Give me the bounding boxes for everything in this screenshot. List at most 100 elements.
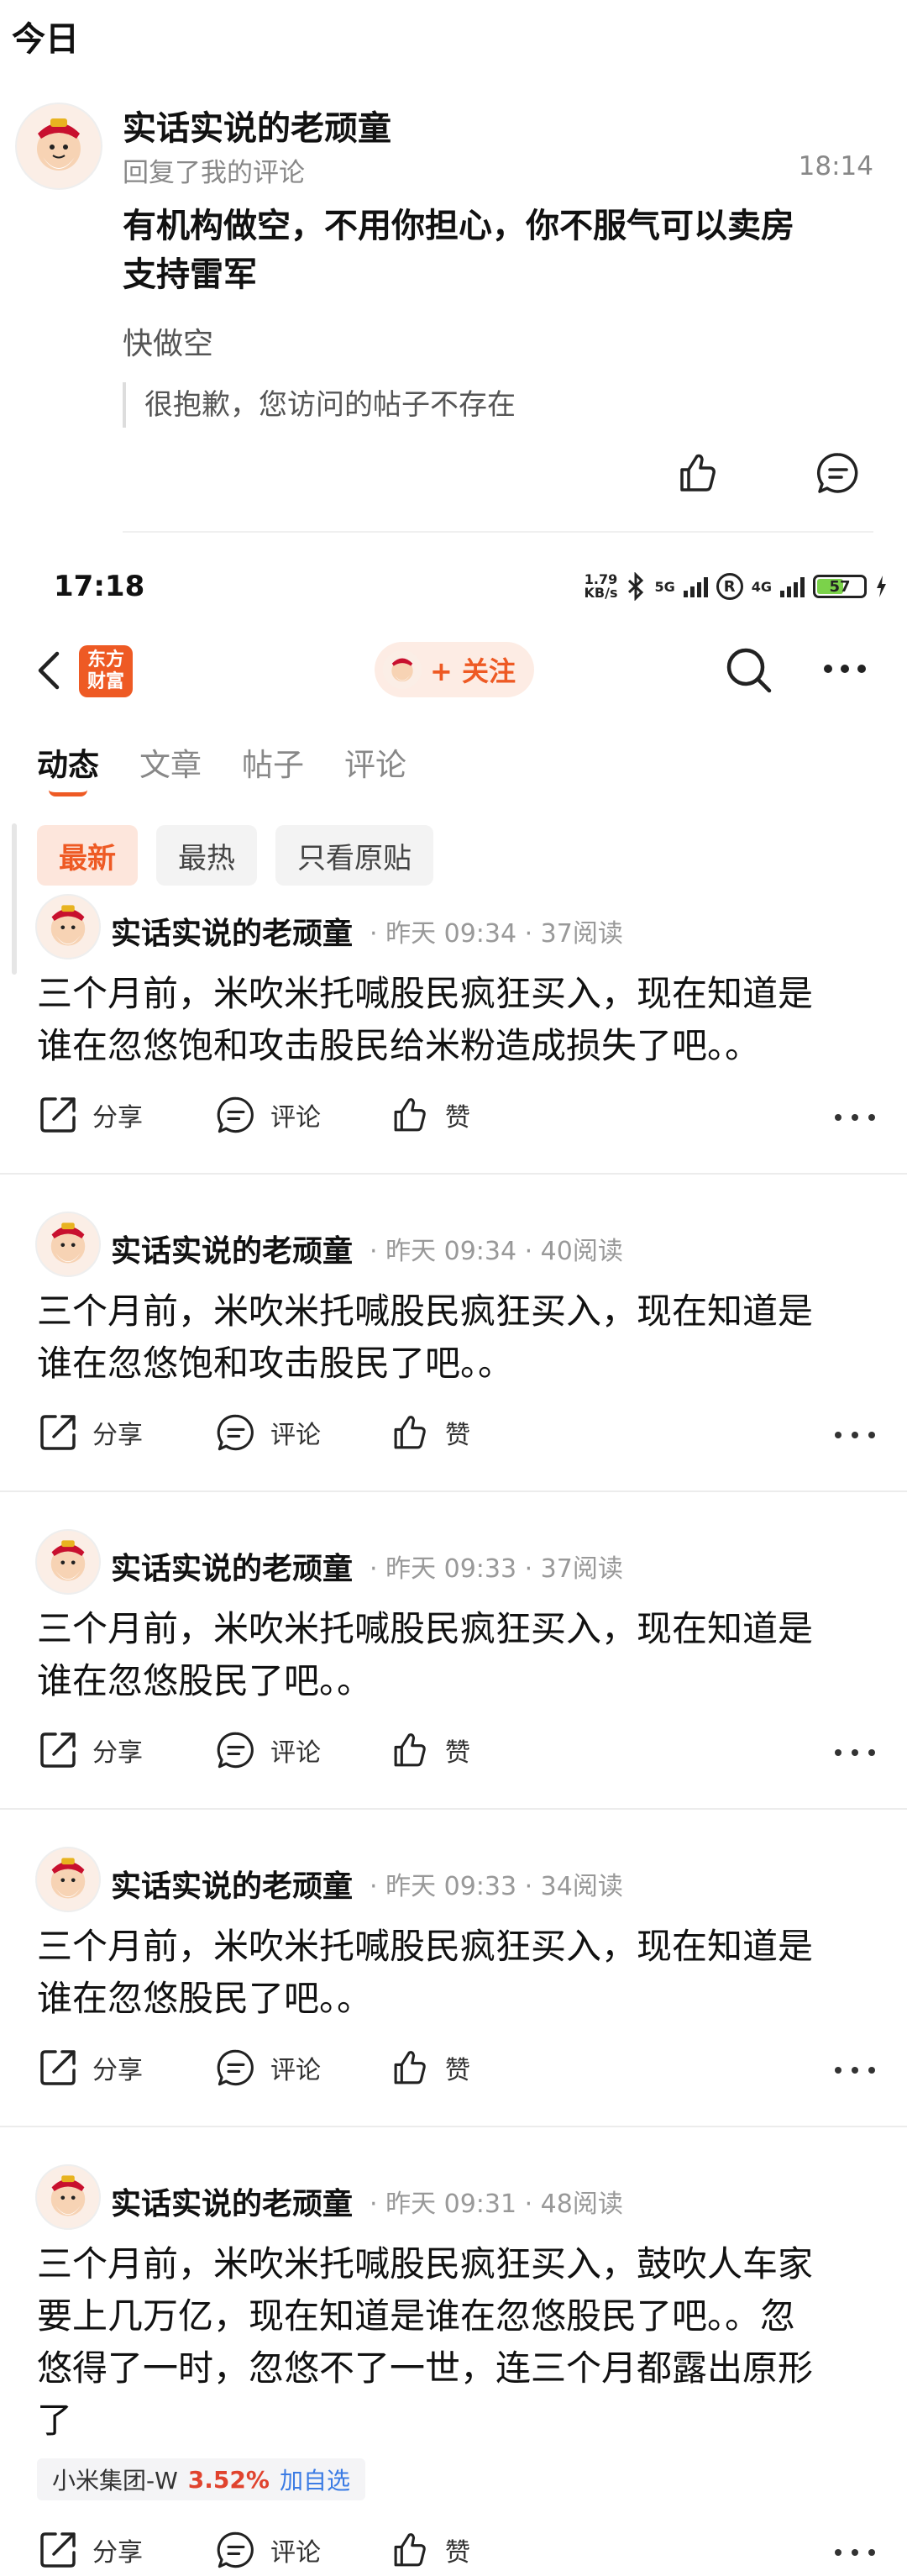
post-item[interactable]: 实话实说的老顽童 · 昨天 09:31 · 48阅读 三个月前，米吹米托喊股民疯狂买…	[0, 2164, 907, 2568]
comment-button[interactable]: 评论	[215, 1729, 321, 1771]
search-icon[interactable]	[722, 644, 776, 697]
post-content[interactable]: 三个月前，米吹米托喊股民疯狂买入，鼓吹人车家 要上几万亿，现在知道是谁在忽悠股民了…	[37, 2238, 877, 2447]
post-more-icon[interactable]	[831, 2062, 878, 2079]
post-content[interactable]: 三个月前，米吹米托喊股民疯狂买入，现在知道是 谁在忽悠饱和攻击股民了吧。。	[37, 1285, 877, 1390]
sort-filters: 最新 最热 只看原贴	[37, 825, 433, 886]
share-button[interactable]: 分享	[37, 1729, 143, 1771]
like-button[interactable]: 赞	[390, 2529, 470, 2571]
post-content[interactable]: 三个月前，米吹米托喊股民疯狂买入，现在知道是 谁在忽悠股民了吧。。	[37, 1921, 877, 2025]
like-button[interactable]: 赞	[390, 1412, 470, 1454]
share-button[interactable]: 分享	[37, 1094, 143, 1136]
reply-bubble-icon[interactable]	[815, 449, 862, 497]
notification-avatar[interactable]	[15, 103, 102, 190]
post-avatar[interactable]	[35, 1847, 101, 1912]
post-actions: 分享 评论 赞	[37, 2529, 877, 2576]
post-meta: · 昨天 09:34 · 40阅读	[370, 1237, 623, 1266]
post-content[interactable]: 三个月前，米吹米托喊股民疯狂买入，现在知道是 谁在忽悠股民了吧。。	[37, 1603, 877, 1707]
share-icon	[40, 1415, 76, 1450]
post-author[interactable]: 实话实说的老顽童	[111, 1862, 353, 1906]
tab-comments[interactable]: 评论	[344, 739, 406, 785]
filter-hottest[interactable]: 最热	[156, 825, 257, 886]
fortune-god-avatar-icon	[50, 1540, 86, 1581]
comment-label: 评论	[270, 1738, 321, 1768]
post-content-line: 三个月前，米吹米托喊股民疯狂买入，现在知道是	[37, 1608, 814, 1649]
comment-button[interactable]: 评论	[215, 1412, 321, 1454]
comment-label: 评论	[270, 1421, 321, 1450]
post-content-line: 三个月前，米吹米托喊股民疯狂买入，现在知道是	[37, 973, 814, 1014]
share-label: 分享	[92, 1103, 143, 1133]
comment-label: 评论	[270, 2056, 321, 2085]
filter-latest[interactable]: 最新	[37, 825, 138, 886]
fortune-god-avatar-icon	[50, 1858, 86, 1899]
eastmoney-logo[interactable]: 东方 财富	[79, 645, 133, 697]
notification-reply[interactable]: 有机构做空，不用你担心，你不服气可以卖房 支持雷军	[123, 202, 862, 299]
status-time: 17:18	[54, 570, 145, 603]
share-button[interactable]: 分享	[37, 2529, 143, 2571]
like-button[interactable]: 赞	[390, 1729, 470, 1771]
post-author[interactable]: 实话实说的老顽童	[111, 1227, 353, 1270]
tab-articles[interactable]: 文章	[139, 739, 202, 785]
post-author[interactable]: 实话实说的老顽童	[111, 2179, 353, 2223]
signal-5g-icon	[683, 576, 708, 597]
like-button[interactable]: 赞	[390, 1094, 470, 1136]
like-label: 赞	[445, 1738, 470, 1768]
post-more-icon[interactable]	[831, 1109, 878, 1126]
post-avatar[interactable]	[35, 2164, 101, 2230]
back-arrow-icon[interactable]	[32, 645, 66, 696]
share-button[interactable]: 分享	[37, 2047, 143, 2089]
share-button[interactable]: 分享	[37, 1412, 143, 1454]
post-content-line: 三个月前，米吹米托喊股民疯狂买入，鼓吹人车家	[37, 2243, 814, 2284]
fortune-god-avatar-icon	[37, 118, 81, 171]
post-divider	[0, 1490, 907, 1492]
post-item[interactable]: 实话实说的老顽童 · 昨天 09:34 · 40阅读三个月前，米吹米托喊股民疯狂买…	[0, 1212, 907, 1529]
day-header: 今日	[12, 20, 79, 59]
post-item[interactable]: 实话实说的老顽童 · 昨天 09:34 · 37阅读三个月前，米吹米托喊股民疯狂买…	[0, 894, 907, 1212]
referenced-post[interactable]: 很抱歉，您访问的帖子不存在	[123, 382, 516, 428]
share-label: 分享	[92, 2538, 143, 2568]
fortune-god-avatar-icon	[50, 1222, 86, 1264]
comment-button[interactable]: 评论	[215, 2047, 321, 2089]
post-actions: 分享 评论 赞	[37, 1412, 877, 1459]
post-item[interactable]: 实话实说的老顽童 · 昨天 09:33 · 37阅读三个月前，米吹米托喊股民疯狂买…	[0, 1529, 907, 1847]
thumbs-up-icon	[394, 2051, 426, 2084]
post-author[interactable]: 实话实说的老顽童	[111, 909, 353, 953]
more-options-icon[interactable]	[821, 659, 868, 679]
stock-name: 小米集团-W	[52, 2467, 178, 2495]
comment-icon	[217, 2531, 254, 2568]
post-avatar[interactable]	[35, 894, 101, 959]
add-to-watchlist-button[interactable]: 加自选	[280, 2463, 350, 2496]
post-more-icon[interactable]	[831, 2544, 878, 2561]
thumbs-up-icon	[394, 1098, 426, 1132]
stock-tag[interactable]: 小米集团-W 3.52% 加自选	[37, 2458, 365, 2500]
post-author[interactable]: 实话实说的老顽童	[111, 1544, 353, 1588]
comment-icon	[217, 1732, 254, 1769]
post-more-icon[interactable]	[831, 1427, 878, 1443]
tab-posts[interactable]: 帖子	[242, 739, 304, 785]
filter-original-only[interactable]: 只看原贴	[275, 825, 433, 886]
comment-button[interactable]: 评论	[215, 1094, 321, 1136]
post-meta: · 昨天 09:34 · 37阅读	[370, 919, 623, 949]
post-meta: · 昨天 09:33 · 37阅读	[370, 1554, 623, 1584]
post-content[interactable]: 三个月前，米吹米托喊股民疯狂买入，现在知道是 谁在忽悠饱和攻击股民给米粉造成损失了…	[37, 968, 877, 1072]
post-content-line: 谁在忽悠股民了吧。。	[37, 1978, 373, 2019]
post-item[interactable]: 实话实说的老顽童 · 昨天 09:33 · 34阅读 三个月前，米吹米托喊股民疯狂买…	[0, 1847, 907, 2164]
tab-label: 评论	[344, 747, 406, 783]
post-content-line: 谁在忽悠饱和攻击股民了吧。。	[37, 1343, 514, 1384]
notification-username[interactable]: 实话实说的老顽童	[123, 101, 391, 150]
network-4g-label: 4G	[751, 578, 772, 595]
my-comment: 快做空	[123, 327, 214, 361]
tab-label: 帖子	[242, 747, 304, 783]
tab-label: 动态	[37, 747, 99, 783]
post-more-icon[interactable]	[831, 1744, 878, 1761]
like-button[interactable]: 赞	[390, 2047, 470, 2089]
tab-activity[interactable]: 动态	[37, 739, 99, 796]
share-icon	[40, 2532, 76, 2568]
follow-button[interactable]: + 关注	[375, 642, 534, 697]
post-content-line: 三个月前，米吹米托喊股民疯狂买入，现在知道是	[37, 1926, 814, 1967]
post-avatar[interactable]	[35, 1529, 101, 1595]
comment-button[interactable]: 评论	[215, 2529, 321, 2571]
follow-label: + 关注	[430, 655, 516, 687]
thumbs-up-icon[interactable]	[674, 449, 721, 497]
post-avatar[interactable]	[35, 1212, 101, 1277]
like-label: 赞	[445, 2056, 470, 2085]
